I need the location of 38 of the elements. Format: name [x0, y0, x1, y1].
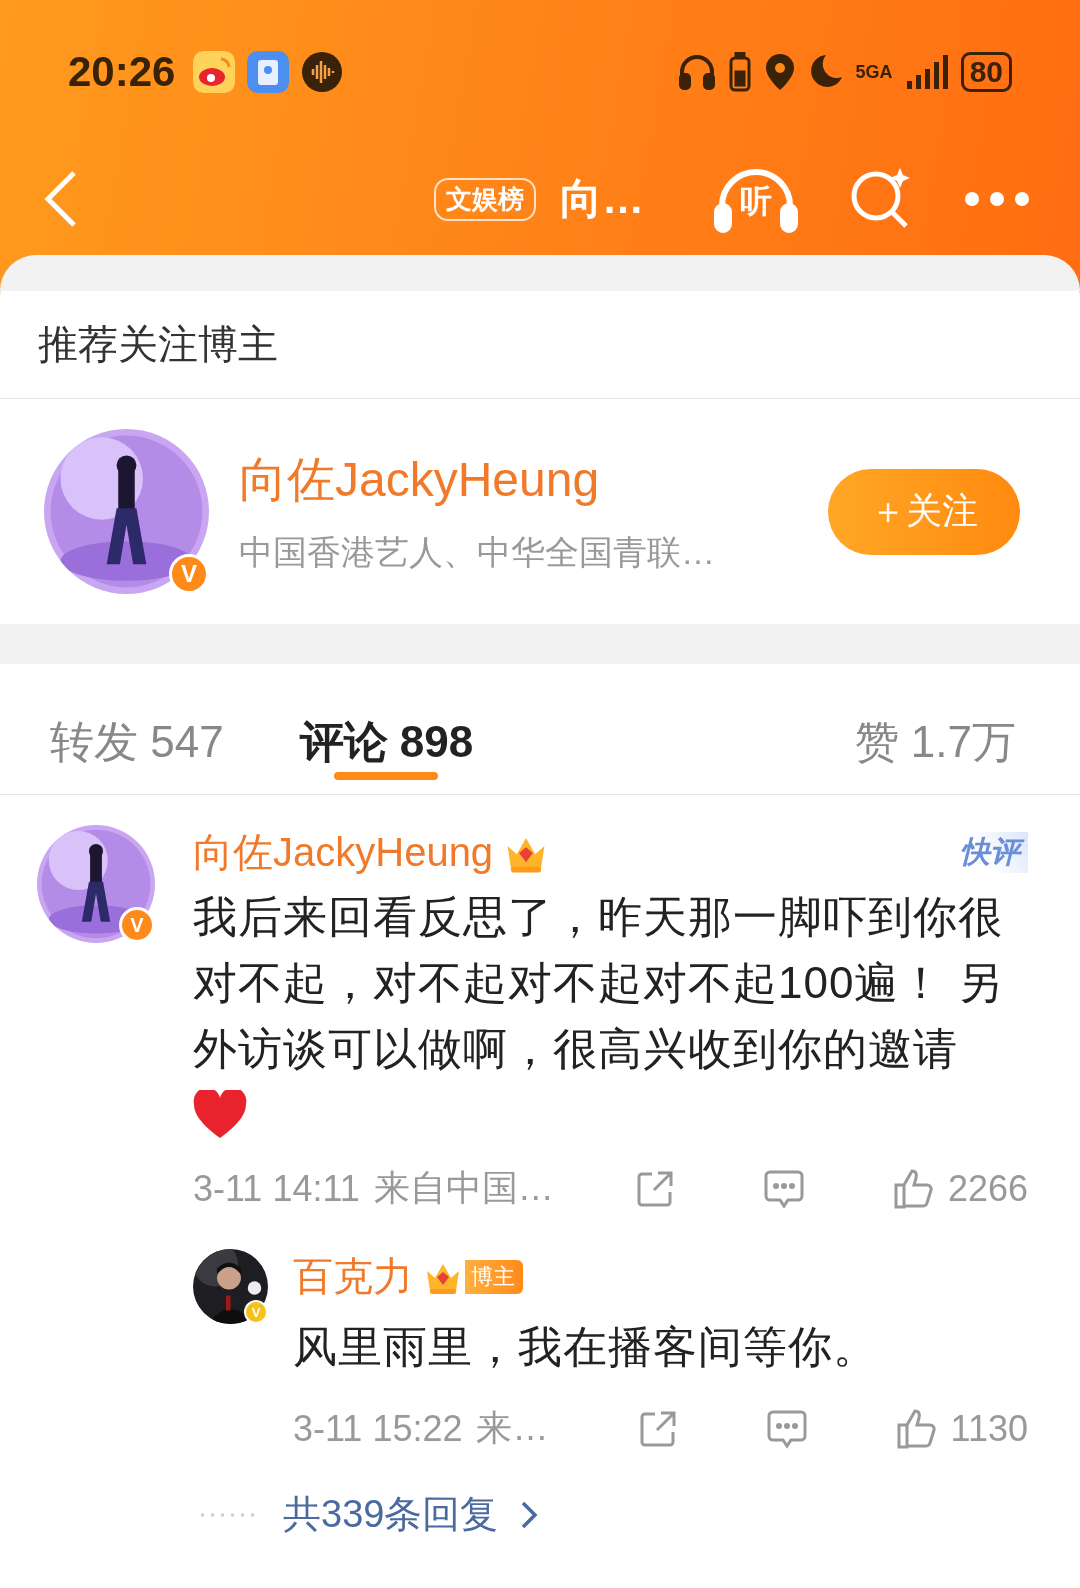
user-bio: 中国香港艺人、中华全国青联…	[239, 531, 716, 573]
like-count: 1130	[950, 1407, 1028, 1450]
comment-time: 3-11 14:11	[193, 1167, 360, 1210]
comment-source: 来…	[476, 1406, 549, 1450]
audio-wave-icon	[301, 51, 344, 93]
battery-level: 80	[960, 52, 1012, 92]
verified-badge: V	[169, 554, 209, 594]
like-count: 2266	[947, 1167, 1028, 1210]
heart-icon	[193, 1090, 247, 1140]
role-badge: 博主	[465, 1259, 523, 1294]
clock: 20:26	[68, 48, 176, 96]
commenter-name[interactable]: 百克力	[293, 1249, 413, 1304]
section-heading: 推荐关注博主	[0, 291, 1080, 399]
listen-button[interactable]: 听	[714, 164, 798, 234]
user-name[interactable]: 向佐JackyHeung	[239, 447, 798, 512]
location-icon	[763, 52, 796, 92]
battery-case-icon	[727, 52, 752, 92]
more-replies-link[interactable]: 共339条回复	[283, 1489, 499, 1540]
tab[interactable]: 赞 1.7万	[848, 664, 1022, 792]
network-label: 5GA	[855, 63, 893, 81]
tab[interactable]: 评论 898	[293, 664, 480, 792]
page-title: 向…	[560, 174, 644, 224]
reply-text: 风里雨里，我在播客间等你。	[293, 1321, 879, 1373]
comment-time: 3-11 15:22	[293, 1407, 463, 1450]
comment-text: 我后来回看反思了，昨天那一脚吓到你很对不起，对不起对不起对不起100遍！ 另外访谈可以做啊，很高兴收到你的邀请	[193, 891, 1004, 1075]
follow-button[interactable]: ＋关注	[828, 468, 1020, 555]
tab[interactable]: 转发 547	[44, 664, 230, 792]
more-icon[interactable]	[964, 191, 1030, 207]
commenter-name[interactable]: 向佐JackyHeung	[193, 825, 494, 880]
verified-badge: V	[119, 907, 155, 943]
signal-icon	[904, 53, 949, 91]
verified-badge: V	[244, 1300, 268, 1324]
chevron-right-icon[interactable]	[520, 1499, 539, 1530]
comment-source: 来自中国…	[373, 1166, 554, 1210]
app-bulb-icon	[247, 51, 290, 93]
app-eye-icon	[193, 51, 236, 93]
ranking-badge[interactable]: 文娱榜	[434, 177, 536, 221]
headphones-icon	[677, 53, 716, 91]
